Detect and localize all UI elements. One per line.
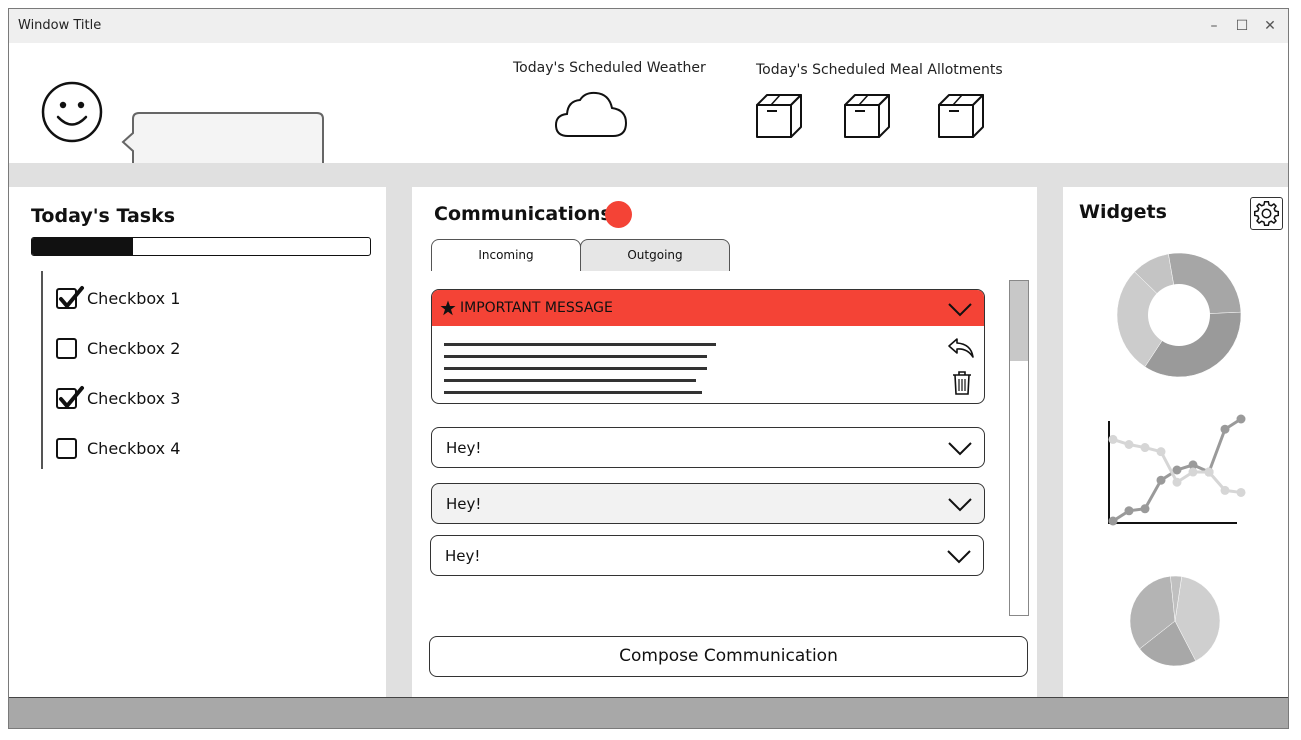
- line-point: [1140, 443, 1150, 453]
- tab-incoming[interactable]: Incoming: [431, 239, 581, 271]
- message-text: Hey!: [446, 494, 482, 513]
- checkbox-4[interactable]: [56, 437, 77, 459]
- widgets-title: Widgets: [1079, 201, 1167, 223]
- chevron-down-icon[interactable]: [947, 496, 973, 512]
- important-message-header[interactable]: IMPORTANT MESSAGE: [432, 290, 984, 326]
- message-body: [444, 343, 716, 403]
- line-point: [1236, 414, 1246, 424]
- message-item[interactable]: Hey!: [431, 483, 985, 524]
- status-bar: [9, 697, 1288, 728]
- message-text: Hey!: [445, 546, 481, 565]
- maximize-button[interactable]: ☐: [1234, 18, 1250, 34]
- notification-dot: [605, 201, 632, 228]
- package-icon: [938, 94, 984, 138]
- chevron-down-icon[interactable]: [947, 440, 973, 456]
- line-point: [1156, 475, 1166, 485]
- star-icon: [440, 300, 456, 316]
- donut-chart: [1116, 252, 1242, 378]
- task-item[interactable]: Checkbox 1: [56, 285, 181, 310]
- communications-title: Communications: [434, 203, 612, 225]
- tasks-panel: Today's Tasks Checkbox 1 Checkbox 2 Chec…: [9, 187, 386, 697]
- tab-outgoing[interactable]: Outgoing: [580, 239, 730, 271]
- line-point: [1108, 516, 1118, 526]
- message-text: Hey!: [446, 438, 482, 457]
- line-point: [1188, 467, 1198, 477]
- line-point: [1124, 440, 1134, 449]
- communications-panel: Communications Incoming Outgoing IMPORTA…: [412, 187, 1037, 697]
- app-window: Window Title – ☐ ✕ Today's Scheduled Wea…: [8, 8, 1289, 729]
- chevron-down-icon[interactable]: [947, 301, 973, 317]
- task-item[interactable]: Checkbox 4: [56, 436, 180, 460]
- compose-button[interactable]: Compose Communication: [429, 636, 1028, 677]
- weather-label: Today's Scheduled Weather: [513, 60, 706, 76]
- package-icon: [756, 94, 802, 138]
- important-message[interactable]: IMPORTANT MESSAGE: [431, 289, 985, 404]
- close-button[interactable]: ✕: [1262, 18, 1278, 34]
- message-item[interactable]: Hey!: [431, 427, 985, 468]
- line-point: [1124, 506, 1134, 516]
- header: Today's Scheduled Weather Today's Schedu…: [9, 43, 1288, 182]
- progress-fill: [32, 238, 134, 255]
- task-list-divider: [41, 271, 43, 469]
- task-label: Checkbox 4: [87, 438, 181, 458]
- smiley-avatar-icon: [41, 81, 103, 143]
- checkmark-icon: [59, 285, 84, 308]
- task-label: Checkbox 3: [87, 388, 181, 408]
- important-message-title: IMPORTANT MESSAGE: [460, 300, 613, 316]
- meals-label: Today's Scheduled Meal Allotments: [756, 62, 1003, 78]
- header-divider: [9, 163, 1288, 187]
- cloud-icon: [554, 91, 628, 137]
- chevron-down-icon[interactable]: [946, 548, 972, 564]
- minimize-button[interactable]: –: [1206, 18, 1222, 34]
- donut-hole: [1148, 284, 1210, 346]
- task-item[interactable]: Checkbox 3: [56, 385, 181, 410]
- package-icon: [844, 94, 890, 138]
- line-point: [1172, 477, 1182, 487]
- main-area: Today's Tasks Checkbox 1 Checkbox 2 Chec…: [9, 187, 1288, 697]
- checkbox-1[interactable]: [56, 285, 84, 309]
- line-point: [1156, 447, 1166, 457]
- line-point: [1204, 467, 1214, 477]
- scrollbar-thumb[interactable]: [1010, 281, 1028, 361]
- line-point: [1236, 487, 1246, 497]
- line-point: [1220, 485, 1230, 495]
- checkbox-2[interactable]: [56, 337, 77, 359]
- checkmark-icon: [59, 385, 84, 408]
- gear-icon[interactable]: [1250, 197, 1283, 230]
- message-item[interactable]: Hey!: [430, 535, 984, 576]
- line-point: [1220, 424, 1230, 434]
- line-point: [1108, 434, 1118, 444]
- line-chart: [1108, 414, 1246, 526]
- widgets-panel: Widgets: [1063, 187, 1288, 697]
- title-bar: Window Title – ☐ ✕: [9, 9, 1288, 43]
- reply-icon[interactable]: [947, 337, 975, 359]
- messages-scrollbar[interactable]: [1009, 280, 1029, 616]
- task-label: Checkbox 1: [87, 288, 181, 308]
- task-item[interactable]: Checkbox 2: [56, 336, 180, 360]
- tasks-progress-bar: [31, 237, 371, 256]
- tasks-title: Today's Tasks: [31, 205, 176, 227]
- task-label: Checkbox 2: [87, 338, 181, 358]
- trash-icon[interactable]: [951, 370, 973, 396]
- pie-chart: [1129, 575, 1221, 667]
- checkbox-3[interactable]: [56, 385, 84, 409]
- line-point: [1140, 504, 1150, 514]
- window-title: Window Title: [18, 18, 102, 33]
